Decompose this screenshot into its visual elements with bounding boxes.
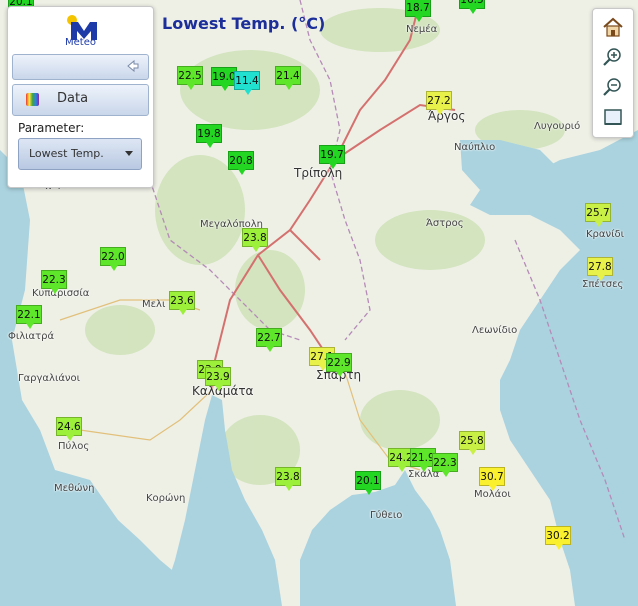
station-marker[interactable]: 22.1 — [16, 305, 42, 329]
place-label: Άργος — [428, 109, 466, 123]
place-label: Λυγουριό — [534, 121, 581, 132]
map-toolbar — [592, 8, 634, 138]
parameter-label: Parameter: — [18, 121, 85, 135]
station-marker[interactable]: 22.5 — [177, 66, 203, 90]
map-title: Lowest Temp. (°C) — [162, 14, 326, 33]
full-extent-icon — [604, 109, 622, 125]
place-label: Ναύπλιο — [454, 142, 496, 153]
station-marker[interactable]: 22.3 — [41, 270, 67, 294]
collapse-panel-button[interactable] — [12, 54, 149, 80]
station-marker[interactable]: 22.3 — [432, 453, 458, 477]
logo-text: Meteo — [65, 37, 96, 48]
palette-icon — [26, 93, 39, 106]
place-label: Κρανίδι — [586, 229, 624, 240]
data-button[interactable]: Data — [12, 84, 149, 116]
zoom-out-icon — [603, 78, 621, 96]
data-button-label: Data — [57, 91, 89, 106]
parameter-select[interactable]: Lowest Temp. — [18, 138, 142, 170]
parameter-selected-value: Lowest Temp. — [29, 147, 104, 160]
place-label: Φιλιατρά — [8, 331, 55, 342]
station-marker[interactable]: 25.8 — [459, 431, 485, 455]
station-marker[interactable]: 24.6 — [56, 417, 82, 441]
station-marker[interactable]: 19.7 — [319, 145, 345, 169]
place-label: Μεθώνη — [54, 483, 95, 494]
station-marker[interactable]: 27.2 — [426, 91, 452, 115]
station-marker[interactable]: 21.4 — [275, 66, 301, 90]
station-marker[interactable]: 16.5 — [459, 0, 485, 14]
station-marker[interactable]: 20.8 — [228, 151, 254, 175]
place-label: Κορώνη — [146, 493, 186, 504]
place-label: Λεωνίδιο — [472, 325, 518, 336]
place-label: Νεμέα — [406, 24, 438, 35]
place-label: Γύθειο — [370, 510, 403, 521]
station-marker[interactable]: 22.0 — [100, 247, 126, 271]
zoom-out-button[interactable] — [600, 75, 626, 99]
zoom-in-button[interactable] — [600, 45, 626, 69]
station-marker[interactable]: 30.7 — [479, 467, 505, 491]
full-extent-button[interactable] — [600, 105, 626, 129]
station-marker[interactable]: 27.8 — [587, 257, 613, 281]
place-label: Μελι — [142, 299, 166, 310]
station-marker[interactable]: 11.4 — [234, 71, 260, 95]
station-marker[interactable]: 18.7 — [405, 0, 431, 22]
station-marker[interactable]: 23.8 — [275, 467, 301, 491]
place-label: Άστρος — [426, 218, 464, 229]
home-button[interactable] — [600, 15, 626, 39]
map-app: Νεμέα Άργος Λυγουριό Ναύπλιο Τρίπολη Μεγ… — [0, 0, 638, 606]
chevron-down-icon — [125, 151, 133, 156]
station-marker[interactable]: 23.8 — [242, 228, 268, 252]
control-panel: Meteo Data Parameter: Lowest Temp. — [7, 6, 154, 188]
place-label: Γαργαλιάνοι — [18, 373, 81, 384]
station-marker[interactable]: 25.7 — [585, 203, 611, 227]
station-marker[interactable]: 19.8 — [196, 124, 222, 148]
place-label: Πύλος — [58, 441, 90, 452]
station-marker[interactable]: 23.9 — [205, 367, 231, 391]
station-marker[interactable]: 22.9 — [326, 353, 352, 377]
station-marker[interactable]: 20.1 — [355, 471, 381, 495]
home-icon — [603, 17, 623, 37]
station-marker[interactable]: 23.6 — [169, 291, 195, 315]
arrow-left-icon — [127, 59, 139, 73]
station-marker[interactable]: 22.7 — [256, 328, 282, 352]
zoom-in-icon — [603, 48, 621, 66]
station-marker[interactable]: 30.2 — [545, 526, 571, 550]
